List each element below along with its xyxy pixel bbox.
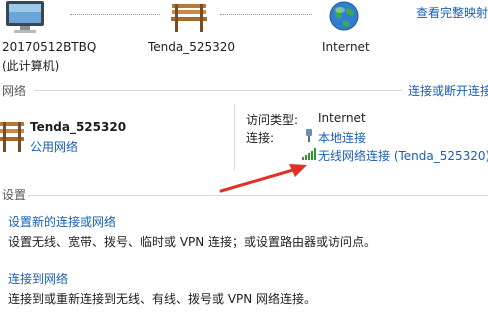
wifi-signal-icon	[302, 148, 316, 160]
connect-to-network-description: 连接到或重新连接到无线、有线、拨号或 VPN 网络连接。	[8, 292, 317, 306]
settings-section-header: 设置	[2, 188, 27, 202]
computer-name: 20170512BTBQ	[2, 40, 97, 54]
internet-name: Internet	[322, 40, 370, 54]
setup-new-connection-link[interactable]: 设置新的连接或网络	[8, 213, 116, 230]
connect-disconnect-link[interactable]: 连接或断开连接	[408, 82, 488, 99]
map-connector-line-1	[70, 14, 160, 15]
network-section-header: 网络	[2, 84, 27, 98]
annotation-arrow	[215, 160, 310, 196]
router-name: Tenda_525320	[148, 40, 236, 54]
settings-section-divider	[28, 195, 488, 196]
network-type-link[interactable]: 公用网络	[30, 138, 78, 155]
router-bench-icon	[169, 0, 209, 34]
access-type-label: 访问类型:	[246, 113, 299, 127]
internet-globe-icon[interactable]	[328, 0, 360, 32]
connections-label: 连接:	[246, 131, 275, 145]
map-connector-line-2	[220, 14, 312, 15]
network-bench-icon[interactable]	[0, 118, 24, 154]
view-full-map-link[interactable]: 查看完整映射	[416, 4, 488, 21]
network-section-divider	[34, 90, 402, 91]
access-type-value: Internet	[318, 111, 366, 125]
wireless-connection-link[interactable]: 无线网络连接 (Tenda_525320)	[318, 147, 488, 164]
local-connection-link[interactable]: 本地连接	[318, 129, 366, 146]
computer-subtitle: (此计算机)	[2, 59, 60, 73]
ethernet-icon	[304, 128, 314, 142]
setup-new-connection-description: 设置无线、宽带、拨号、临时或 VPN 连接；或设置路由器或访问点。	[8, 235, 377, 249]
connect-to-network-link[interactable]: 连接到网络	[8, 270, 68, 287]
computer-icon[interactable]	[0, 0, 46, 34]
network-name: Tenda_525320	[30, 120, 127, 134]
